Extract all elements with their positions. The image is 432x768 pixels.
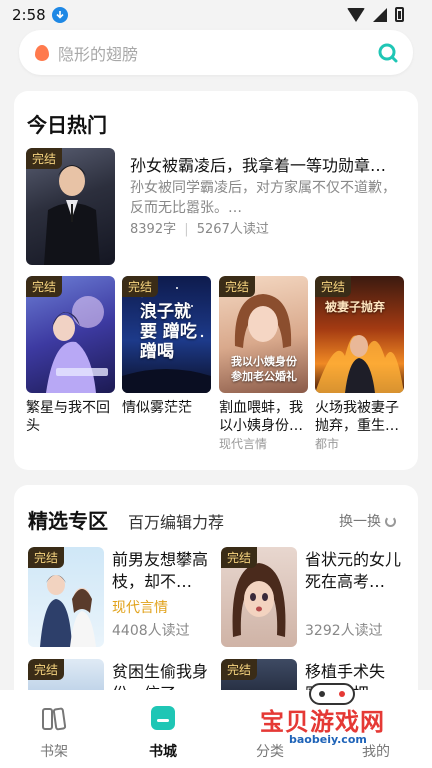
bookstore-icon	[151, 706, 175, 730]
watermark-url: baobeiy.com	[285, 733, 371, 746]
status-badge: 完结	[221, 547, 258, 568]
book-genre: 现代言情	[112, 600, 168, 616]
search-input[interactable]: 隐形的翅膀	[58, 41, 138, 65]
featured-cover[interactable]: 完结	[26, 148, 115, 265]
status-badge: 完结	[26, 148, 63, 169]
cover-text: 浪子就要 蹭吃蹭喝	[140, 302, 197, 362]
status-badge: 完结	[122, 276, 159, 297]
book-title[interactable]: 火场我被妻子抛弃，重生…	[315, 399, 405, 435]
cover-text: 我以小姨身份参加老公婚礼	[231, 355, 297, 383]
status-badge: 完结	[221, 659, 258, 680]
hot-section: 今日热门 完结 孙女被霸凌后，我拿着一等功勋章… 孙女被同学霸凌后，对方家属不仅…	[14, 91, 418, 470]
book-genre: 都市	[315, 437, 340, 451]
refresh-label: 换一换	[339, 514, 381, 530]
book-cover[interactable]: 被妻子抛弃 完结	[315, 276, 404, 393]
book-title[interactable]: 前男友想攀高枝，却不…	[112, 549, 210, 593]
refresh-icon	[385, 515, 396, 527]
book-cover[interactable]: 完结	[26, 276, 115, 393]
wifi-icon	[347, 7, 365, 22]
tab-bookshelf[interactable]: 书架	[4, 690, 104, 768]
status-bar: 2:58	[0, 0, 432, 30]
download-icon	[51, 7, 68, 23]
picks-section: 精选专区 百万编辑力荐 换一换 完结 前男友想攀高枝，却不… 现代言情 4408…	[14, 485, 418, 705]
search-icon[interactable]	[377, 42, 399, 68]
book-title[interactable]: 省状元的女儿死在高考…	[305, 549, 403, 593]
book-title[interactable]: 情似雾茫茫	[122, 399, 212, 417]
book-title[interactable]: 割血喂蚌，我以小姨身份…	[219, 399, 309, 435]
featured-description: 孙女被同学霸凌后，对方家属不仅不道歉，反而无比嚣张。…	[130, 180, 396, 216]
status-time: 2:58	[12, 6, 46, 24]
featured-meta: 8392字 | 5267人读过	[130, 222, 269, 237]
picks-section-title: 精选专区	[28, 509, 108, 533]
battery-icon	[395, 7, 404, 22]
tab-label: 书架	[40, 744, 68, 760]
signal-icon	[373, 7, 387, 22]
word-count: 8392字	[130, 222, 177, 237]
status-badge: 完结	[28, 659, 65, 680]
featured-title[interactable]: 孙女被霸凌后，我拿着一等功勋章…	[130, 152, 402, 176]
read-count: 3292人读过	[305, 623, 383, 639]
refresh-button[interactable]: 换一换	[339, 511, 396, 531]
book-cover[interactable]: 完结	[221, 547, 297, 647]
flame-icon	[35, 44, 49, 61]
book-cover[interactable]: 我以小姨身份参加老公婚礼 完结	[219, 276, 308, 393]
status-badge: 完结	[26, 276, 63, 297]
watermark-text: 宝贝游戏网	[260, 708, 385, 736]
tab-label: 书城	[149, 744, 177, 760]
book-genre: 现代言情	[219, 437, 268, 451]
tab-bookstore[interactable]: 书城	[113, 690, 213, 768]
read-count: 4408人读过	[112, 623, 190, 639]
picks-section-subtitle: 百万编辑力荐	[128, 513, 225, 532]
hot-section-title: 今日热门	[27, 113, 107, 137]
search-bar[interactable]: 隐形的翅膀	[19, 30, 413, 75]
book-title[interactable]: 繁星与我不回头	[26, 399, 116, 435]
status-badge: 完结	[219, 276, 256, 297]
cover-text: 被妻子抛弃	[325, 300, 386, 314]
bookshelf-icon	[42, 707, 67, 731]
status-badge: 完结	[28, 547, 65, 568]
read-count: 5267人读过	[196, 222, 269, 237]
status-badge: 完结	[315, 276, 352, 297]
book-cover[interactable]: 浪子就要 蹭吃蹭喝 完结	[122, 276, 211, 393]
book-cover[interactable]: 完结	[28, 547, 104, 647]
